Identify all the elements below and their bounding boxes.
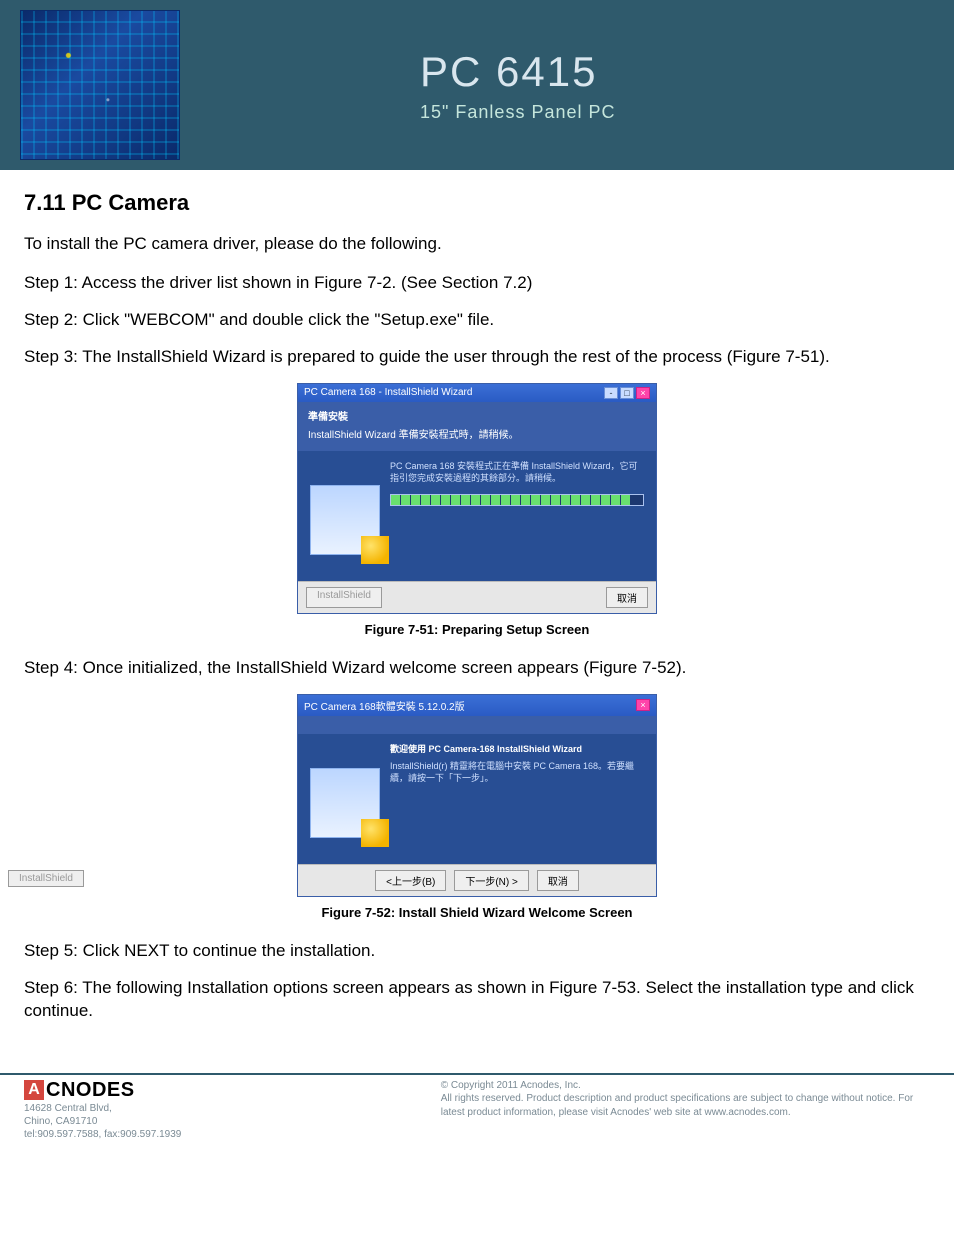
addr-line-2: Chino, CA91710 [24, 1115, 441, 1128]
footer: A CNODES 14628 Central Blvd, Chino, CA91… [0, 1075, 954, 1159]
header-text: PC 6415 15" Fanless Panel PC [420, 48, 615, 123]
welcome-heading: 歡迎使用 PC Camera-168 InstallShield Wizard [390, 744, 644, 756]
copyright-desc: All rights reserved. Product description… [441, 1092, 930, 1119]
addr-line-3: tel:909.597.7588, fax:909.597.1939 [24, 1128, 441, 1141]
section-title: PC Camera [72, 190, 189, 215]
copyright-line: © Copyright 2011 Acnodes, Inc. [441, 1079, 930, 1093]
next-button[interactable]: 下一步(N) > [454, 870, 529, 891]
installshield-welcome-dialog: PC Camera 168軟體安裝 5.12.0.2版 × 歡迎使用 PC Ca… [297, 694, 657, 897]
step-4: Step 4: Once initialized, the InstallShi… [24, 657, 930, 680]
maximize-icon[interactable]: □ [620, 387, 634, 399]
dialog-subheader: 準備安裝 InstallShield Wizard 準備安裝程式時，請稍候。 [298, 402, 656, 451]
product-title: PC 6415 [420, 48, 615, 96]
product-tagline: 15" Fanless Panel PC [420, 102, 615, 123]
dialog-titlebar: PC Camera 168 - InstallShield Wizard - □… [298, 384, 656, 402]
cancel-button[interactable]: 取消 [537, 870, 579, 891]
dialog-button-bar: InstallShield <上一步(B) 下一步(N) > 取消 [298, 864, 656, 896]
section-number: 7.11 [24, 190, 66, 215]
step-6: Step 6: The following Installation optio… [24, 977, 930, 1023]
computer-icon [310, 485, 380, 555]
step-2: Step 2: Click "WEBCOM" and double click … [24, 309, 930, 332]
dialog-button-bar: InstallShield 取消 [298, 581, 656, 613]
acnodes-logo: A CNODES [24, 1079, 441, 1102]
close-icon[interactable]: × [636, 699, 650, 711]
dialog-body: 歡迎使用 PC Camera-168 InstallShield Wizard … [298, 734, 656, 864]
minimize-icon[interactable]: - [604, 387, 618, 399]
step-1: Step 1: Access the driver list shown in … [24, 272, 930, 295]
installshield-preparing-dialog: PC Camera 168 - InstallShield Wizard - □… [297, 383, 657, 614]
section-heading: 7.11 PC Camera [24, 190, 930, 216]
computer-icon [310, 768, 380, 838]
dialog-subdesc: InstallShield Wizard 準備安裝程式時，請稍候。 [308, 426, 646, 441]
progress-bar [390, 494, 644, 506]
installshield-label: InstallShield [8, 870, 84, 887]
dialog-subtitle: 準備安裝 [308, 408, 646, 423]
dialog-body: PC Camera 168 安裝程式正在準備 InstallShield Wiz… [298, 451, 656, 581]
dialog-title: PC Camera 168 - InstallShield Wizard [304, 387, 472, 398]
figure-7-51: PC Camera 168 - InstallShield Wizard - □… [24, 383, 930, 614]
dialog-titlebar: PC Camera 168軟體安裝 5.12.0.2版 × [298, 695, 656, 716]
logo-mark-icon: A [24, 1080, 44, 1100]
close-icon[interactable]: × [636, 387, 650, 399]
cancel-button[interactable]: 取消 [606, 587, 648, 608]
step-5: Step 5: Click NEXT to continue the insta… [24, 940, 930, 963]
welcome-body-text: InstallShield(r) 精靈將在電腦中安裝 PC Camera 168… [390, 761, 644, 784]
figure-7-51-caption: Figure 7-51: Preparing Setup Screen [24, 622, 930, 637]
addr-line-1: 14628 Central Blvd, [24, 1102, 441, 1115]
dialog-subheader [298, 716, 656, 734]
step-3: Step 3: The InstallShield Wizard is prep… [24, 346, 930, 369]
header-banner: PC 6415 15" Fanless Panel PC [0, 0, 954, 170]
dialog-body-text: PC Camera 168 安裝程式正在準備 InstallShield Wiz… [390, 461, 644, 484]
figure-7-52: PC Camera 168軟體安裝 5.12.0.2版 × 歡迎使用 PC Ca… [24, 694, 930, 897]
back-button[interactable]: <上一步(B) [375, 870, 446, 891]
dialog-title: PC Camera 168軟體安裝 5.12.0.2版 [304, 698, 465, 713]
installshield-label: InstallShield [306, 587, 382, 608]
header-board-image [20, 10, 180, 160]
intro-text: To install the PC camera driver, please … [24, 234, 930, 254]
figure-7-52-caption: Figure 7-52: Install Shield Wizard Welco… [24, 905, 930, 920]
logo-text: CNODES [46, 1079, 135, 1102]
